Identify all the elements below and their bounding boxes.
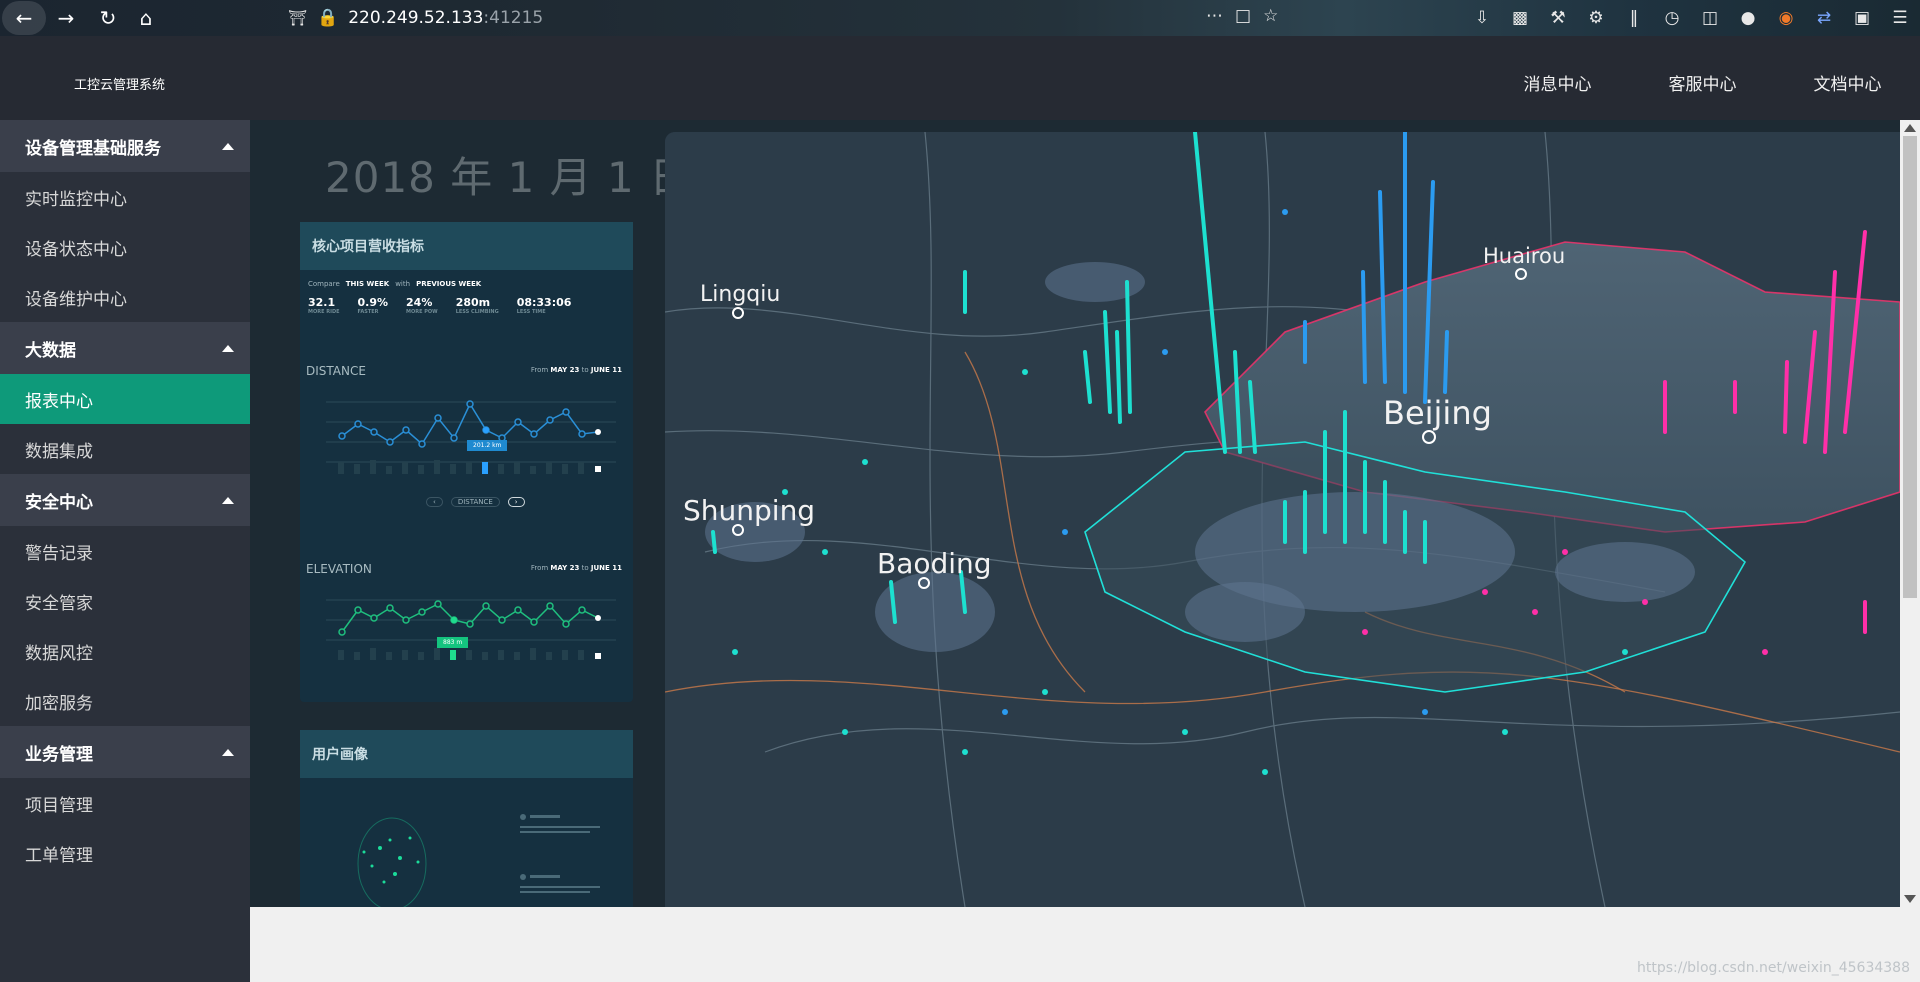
- extensions-icon[interactable]: ▩: [1508, 6, 1532, 30]
- city-marker[interactable]: [732, 307, 744, 319]
- history-icon[interactable]: ◷: [1660, 6, 1684, 30]
- private-mask-icon[interactable]: ▣: [1850, 6, 1874, 30]
- sidebar-group-business[interactable]: 业务管理: [0, 726, 250, 778]
- scroll-down-arrow-icon[interactable]: [1904, 895, 1916, 903]
- city-label-baoding: Baoding: [877, 547, 992, 580]
- firefox-icon[interactable]: ◉: [1774, 6, 1798, 30]
- distance-line-chart: [326, 400, 616, 474]
- sidebar-item-data-integration[interactable]: 数据集成: [0, 424, 250, 474]
- sidebar-group-label: 大数据: [25, 340, 76, 361]
- sidebar-item-realtime-monitor[interactable]: 实时监控中心: [0, 172, 250, 222]
- stat-item: 32.1 MORE RIDE: [308, 296, 340, 315]
- caret-up-icon: [222, 142, 234, 150]
- sidebar-item-report-center[interactable]: 报表中心: [0, 374, 250, 424]
- home-icon[interactable]: ⌂: [132, 4, 160, 32]
- sidebar-item-device-maintenance[interactable]: 设备维护中心: [0, 272, 250, 322]
- prev-page-icon[interactable]: ‹: [426, 497, 443, 507]
- caret-up-icon: [222, 748, 234, 756]
- sidebar-group-label: 设备管理基础服务: [25, 138, 161, 159]
- user-portrait-panel: 用户画像: [300, 730, 633, 907]
- elevation-tooltip: 883 m: [437, 637, 469, 648]
- sidebar-item-risk-control[interactable]: 数据风控: [0, 626, 250, 676]
- library-icon[interactable]: ‖: [1622, 6, 1646, 30]
- url-text[interactable]: 220.249.52.133:41215: [348, 8, 543, 28]
- kpi-panel: 核心项目营收指标 Compare THIS WEEK with PREVIOUS…: [300, 222, 633, 702]
- elevation-date-range[interactable]: From MAY 23 to JUNE 11: [531, 564, 622, 572]
- sidebar-item-device-status[interactable]: 设备状态中心: [0, 222, 250, 272]
- date-title: 2018 年 1 月 1 日: [325, 153, 693, 202]
- stat-item: 08:33:06 LESS TIME: [516, 296, 572, 315]
- city-label-beijing: Beijing: [1383, 394, 1492, 432]
- reload-icon[interactable]: ↻: [94, 4, 122, 32]
- distance-chart: DISTANCE From MAY 23 to JUNE 11 201.2 km…: [306, 364, 626, 514]
- header-nav: 消息中心 客服中心 文档中心: [1485, 70, 1920, 95]
- vertical-scrollbar[interactable]: [1900, 120, 1920, 907]
- scroll-thumb[interactable]: [1903, 136, 1917, 598]
- nav-message-center[interactable]: 消息中心: [1485, 70, 1630, 95]
- distance-pager: ‹ DISTANCE ›: [426, 497, 525, 507]
- menu-hamburger-icon[interactable]: ☰: [1888, 6, 1912, 30]
- sidebar-group-label: 业务管理: [25, 744, 93, 765]
- dashboard-content: 2018 年 1 月 1 日 核心项目营收指标 Compare THIS WEE…: [250, 120, 1920, 907]
- address-bar[interactable]: ⛩ 🔒 220.249.52.133:41215: [288, 6, 543, 30]
- sidebar-item-ticket-mgmt[interactable]: 工单管理: [0, 828, 250, 878]
- city-marker[interactable]: [732, 524, 744, 536]
- wrench-icon[interactable]: ⚒: [1546, 6, 1570, 30]
- kpi-stats: 32.1 MORE RIDE 0.9% FASTER 24% MORE POW 280…: [300, 290, 633, 321]
- stat-item: 0.9% FASTER: [357, 296, 389, 315]
- sidebar-group-device[interactable]: 设备管理基础服务: [0, 120, 250, 172]
- browser-toolbar: ← → ↻ ⌂ ⛩ 🔒 220.249.52.133:41215 ⋯ □ ☆ ⇩…: [0, 0, 1920, 36]
- scroll-up-arrow-icon[interactable]: [1904, 124, 1916, 132]
- city-label-huairou: Huairou: [1483, 244, 1566, 268]
- sidebar-group-bigdata[interactable]: 大数据: [0, 322, 250, 374]
- city-marker[interactable]: [1422, 430, 1436, 444]
- city-marker[interactable]: [1515, 268, 1527, 280]
- previous-week-select[interactable]: PREVIOUS WEEK: [416, 280, 481, 288]
- elevation-line-chart: [326, 599, 616, 660]
- watermark: https://blog.csdn.net/weixin_45634388: [1636, 960, 1910, 976]
- city-label-lingqiu: Lingqiu: [700, 282, 781, 307]
- kpi-panel-title: 核心项目营收指标: [300, 222, 633, 270]
- sidebar-toggle-icon[interactable]: ◫: [1698, 6, 1722, 30]
- sync-icon[interactable]: ⇄: [1812, 6, 1836, 30]
- beijing-3d-map[interactable]: Lingqiu Huairou Beijing Shunping Baoding: [665, 132, 1900, 907]
- caret-up-icon: [222, 496, 234, 504]
- distance-date-range[interactable]: From MAY 23 to JUNE 11: [531, 366, 622, 374]
- sidebar-group-label: 安全中心: [25, 492, 93, 513]
- next-page-icon[interactable]: ›: [507, 497, 525, 507]
- map-graphic: [665, 132, 1900, 907]
- more-actions-icon[interactable]: ⋯: [1206, 6, 1223, 26]
- download-icon[interactable]: ⇩: [1470, 6, 1494, 30]
- bookmark-star-icon[interactable]: ☆: [1263, 6, 1278, 26]
- gear-icon[interactable]: ⚙: [1584, 6, 1608, 30]
- compare-row: Compare THIS WEEK with PREVIOUS WEEK: [308, 280, 482, 288]
- elevation-chart: ELEVATION From MAY 23 to JUNE 11 883 m: [306, 562, 626, 692]
- city-label-shunping: Shunping: [683, 494, 816, 527]
- distance-tooltip: 201.2 km: [467, 440, 508, 451]
- sidebar-item-alert-log[interactable]: 警告记录: [0, 526, 250, 576]
- user-portrait-graphic: [357, 814, 600, 907]
- stat-item: 280m LESS CLIMBING: [455, 296, 499, 315]
- sidebar-item-security-keeper[interactable]: 安全管家: [0, 576, 250, 626]
- sidebar-item-encryption[interactable]: 加密服务: [0, 676, 250, 726]
- forward-arrow-icon[interactable]: →: [52, 4, 80, 32]
- shield-icon: ⛩: [288, 9, 308, 27]
- caret-up-icon: [222, 344, 234, 352]
- distance-pager-label[interactable]: DISTANCE: [450, 497, 500, 507]
- stat-item: 24% MORE POW: [406, 296, 438, 315]
- sidebar-group-security[interactable]: 安全中心: [0, 474, 250, 526]
- sidebar: 设备管理基础服务 实时监控中心 设备状态中心 设备维护中心 大数据 报表中心 数…: [0, 120, 250, 982]
- app-title: 工控云管理系统: [74, 78, 166, 93]
- sidebar-item-project-mgmt[interactable]: 项目管理: [0, 778, 250, 828]
- insecure-lock-icon: 🔒: [317, 8, 339, 28]
- back-arrow-icon[interactable]: ←: [10, 4, 38, 32]
- account-icon[interactable]: ●: [1736, 6, 1760, 30]
- nav-support-center[interactable]: 客服中心: [1630, 70, 1775, 95]
- this-week-select[interactable]: THIS WEEK: [346, 280, 389, 288]
- city-marker[interactable]: [918, 577, 930, 589]
- nav-docs-center[interactable]: 文档中心: [1775, 70, 1920, 95]
- pocket-icon[interactable]: □: [1235, 6, 1251, 26]
- user-portrait-title: 用户画像: [300, 730, 633, 778]
- app-header: 工控云管理系统 消息中心 客服中心 文档中心: [0, 36, 1920, 120]
